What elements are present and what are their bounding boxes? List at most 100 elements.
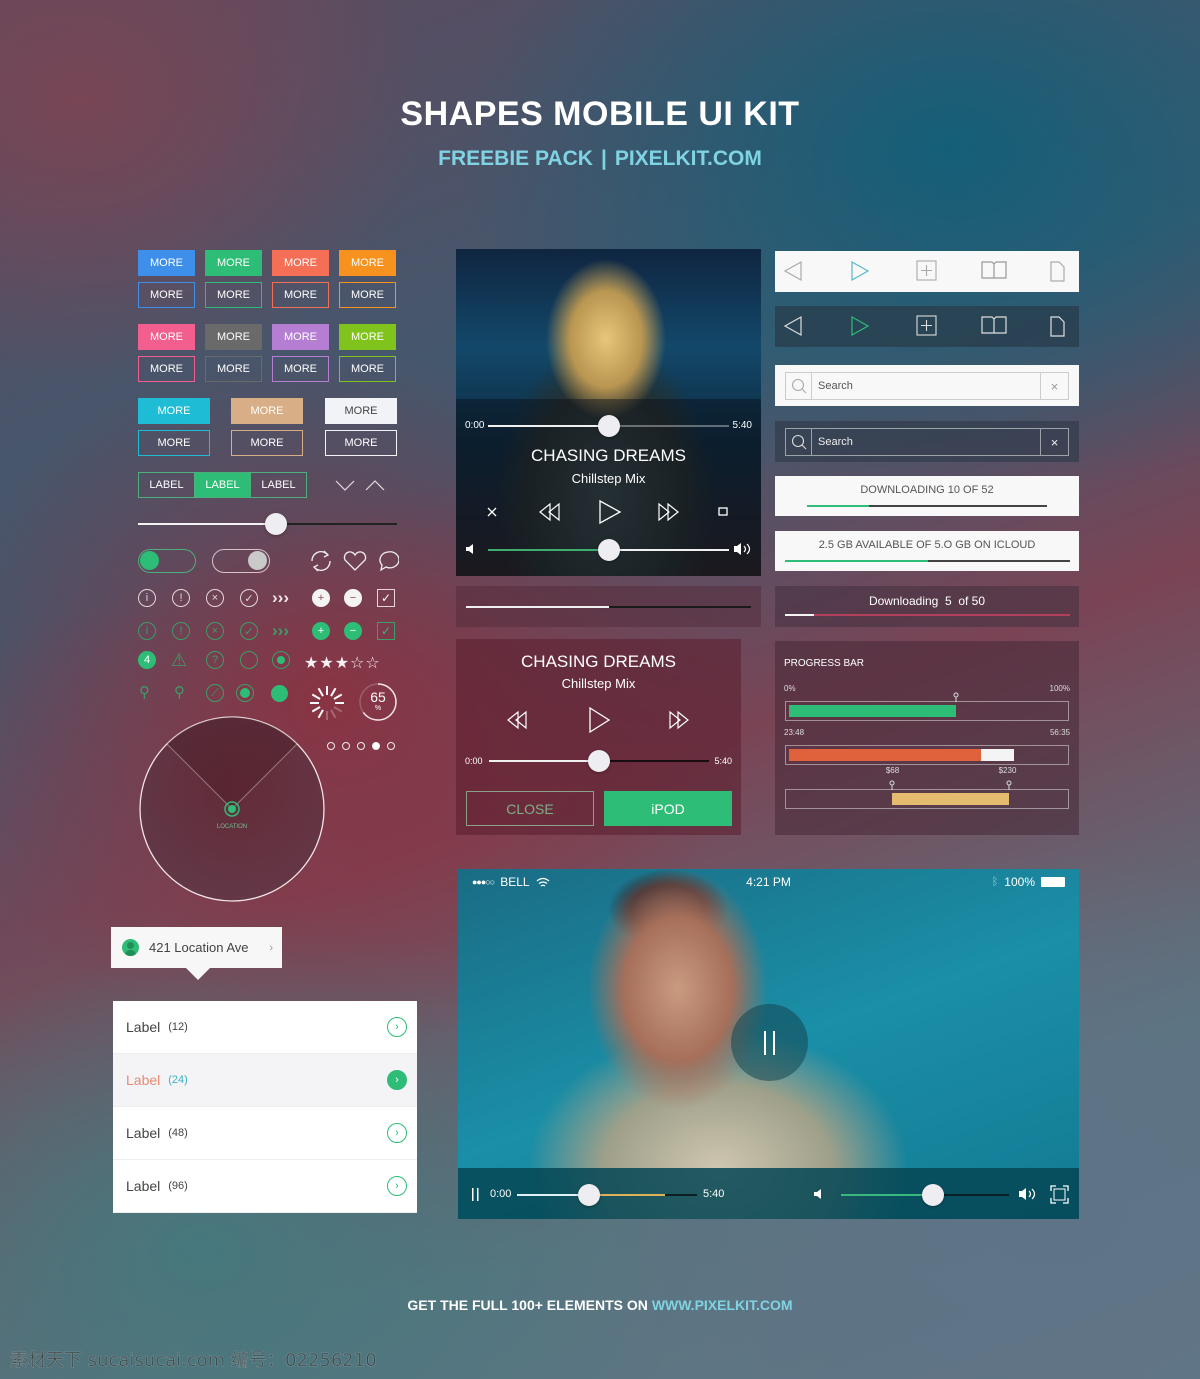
forward-icon	[851, 315, 870, 337]
star-rating[interactable]: ★★★☆☆	[304, 653, 381, 673]
slider-knob[interactable]	[588, 750, 610, 772]
icloud-panel: 2.5 GB AVAILABLE OF 5.O GB ON ICLOUD	[775, 531, 1079, 571]
close-circle-icon[interactable]: ×	[206, 622, 224, 640]
more-button-filled[interactable]: MORE	[339, 324, 396, 350]
more-button-filled[interactable]: MORE	[138, 324, 195, 350]
segment-3[interactable]: LABEL	[251, 473, 306, 497]
checkbox-checked[interactable]: ✓	[377, 622, 395, 640]
chat-bubble-icon	[379, 551, 399, 572]
search-input-light[interactable]: Search ×	[785, 372, 1069, 400]
alert-icon[interactable]: !	[172, 622, 190, 640]
slider-knob[interactable]	[578, 1184, 600, 1206]
more-button-outline[interactable]: MORE	[272, 356, 329, 382]
ipod-button[interactable]: iPOD	[604, 791, 732, 826]
player-volume-slider[interactable]	[488, 539, 729, 561]
slider-knob[interactable]	[597, 415, 620, 437]
badge-count[interactable]: 4	[138, 651, 156, 669]
location-tooltip[interactable]: 421 Location Ave ›	[111, 927, 282, 968]
video-seek-slider[interactable]	[517, 1184, 697, 1206]
location-marker-icon: ⚲	[174, 684, 185, 701]
page-dot[interactable]	[327, 742, 335, 750]
more-button-outline[interactable]: MORE	[231, 430, 303, 456]
segment-2-active[interactable]: LABEL	[195, 473, 251, 497]
page-subtitle: FREEBIE PACK | PIXELKIT.COM	[0, 147, 1200, 171]
more-button-outline[interactable]: MORE	[138, 430, 210, 456]
close-button[interactable]: CLOSE	[466, 791, 594, 826]
more-button-outline[interactable]: MORE	[138, 356, 195, 382]
close-circle-icon[interactable]: ×	[206, 589, 224, 607]
page-dot[interactable]	[342, 742, 350, 750]
plus-circle-icon[interactable]: +	[312, 589, 330, 607]
clear-icon[interactable]: ×	[1040, 373, 1068, 399]
range-high-marker-icon[interactable]	[1006, 780, 1012, 790]
info-icon[interactable]: i	[138, 622, 156, 640]
chevron-circle-icon[interactable]: ›	[387, 1017, 407, 1037]
more-button-outline[interactable]: MORE	[205, 282, 262, 308]
page-dot-active[interactable]	[372, 742, 380, 750]
list-item[interactable]: Label (48) ›	[113, 1107, 417, 1160]
toggle-on[interactable]	[138, 549, 196, 573]
star-empty-icon[interactable]: ☆	[365, 655, 380, 672]
more-button-filled[interactable]: MORE	[272, 324, 329, 350]
slider-knob[interactable]	[922, 1184, 945, 1206]
toggle-off[interactable]	[212, 549, 270, 573]
info-icon[interactable]: i	[138, 589, 156, 607]
more-button-outline[interactable]: MORE	[138, 282, 195, 308]
segment-1[interactable]: LABEL	[139, 473, 195, 497]
more-button-filled[interactable]: MORE	[205, 324, 262, 350]
pause-button[interactable]	[731, 1004, 808, 1081]
minus-circle-icon[interactable]: −	[344, 589, 362, 607]
more-button-outline[interactable]: MORE	[339, 282, 396, 308]
more-button-outline[interactable]: MORE	[325, 430, 397, 456]
more-button-filled[interactable]: MORE	[138, 250, 195, 276]
more-button-outline[interactable]: MORE	[339, 356, 396, 382]
pause-small-icon[interactable]	[472, 1188, 480, 1201]
more-button-filled[interactable]: MORE	[272, 250, 329, 276]
fullscreen-icon[interactable]	[1050, 1185, 1069, 1204]
chevron-circle-icon[interactable]: ›	[387, 1070, 407, 1090]
radio-selected[interactable]	[272, 651, 290, 669]
video-volume-slider[interactable]	[841, 1184, 1009, 1206]
slider-knob[interactable]	[597, 539, 620, 561]
more-button-filled[interactable]: MORE	[339, 250, 396, 276]
more-button-outline[interactable]: MORE	[272, 282, 329, 308]
chevron-down-up-icons[interactable]	[335, 478, 387, 494]
search-input-dark[interactable]: Search ×	[785, 428, 1069, 456]
star-filled-icon[interactable]: ★	[319, 655, 334, 672]
minus-circle-icon[interactable]: −	[344, 622, 362, 640]
list-item-count: (48)	[168, 1127, 188, 1139]
page-dot[interactable]	[387, 742, 395, 750]
star-filled-icon[interactable]: ★	[304, 655, 319, 672]
search-placeholder: Search	[818, 380, 853, 392]
footer-link[interactable]: WWW.PIXELKIT.COM	[652, 1297, 793, 1313]
star-empty-icon[interactable]: ☆	[350, 655, 365, 672]
chevron-circle-icon[interactable]: ›	[387, 1123, 407, 1143]
compact-seek-slider[interactable]	[489, 750, 709, 772]
compass-icon[interactable]: ⟋	[206, 684, 224, 702]
check-circle-icon[interactable]: ✓	[240, 622, 258, 640]
more-button-filled[interactable]: MORE	[325, 398, 397, 424]
range-low-marker-icon[interactable]	[889, 780, 895, 790]
more-button-filled[interactable]: MORE	[231, 398, 303, 424]
check-circle-icon[interactable]: ✓	[240, 589, 258, 607]
slider-knob[interactable]	[265, 513, 287, 535]
plus-circle-icon[interactable]: +	[312, 622, 330, 640]
progress-panel-title: PROGRESS BAR	[784, 658, 865, 669]
radio-empty[interactable]	[240, 651, 258, 669]
checkbox-checked[interactable]: ✓	[377, 589, 395, 607]
clear-icon[interactable]: ×	[1040, 429, 1068, 455]
range-bar[interactable]: $68 $230	[785, 766, 1069, 809]
more-button-outline[interactable]: MORE	[205, 356, 262, 382]
player-seek-slider[interactable]	[488, 415, 729, 437]
list-item[interactable]: Label (96) ›	[113, 1160, 417, 1213]
more-button-filled[interactable]: MORE	[205, 250, 262, 276]
list-item[interactable]: Label (12) ›	[113, 1001, 417, 1054]
help-icon[interactable]: ?	[206, 651, 224, 669]
chevron-circle-icon[interactable]: ›	[387, 1176, 407, 1196]
star-filled-icon[interactable]: ★	[335, 655, 350, 672]
alert-icon[interactable]: !	[172, 589, 190, 607]
more-button-filled[interactable]: MORE	[138, 398, 210, 424]
subtitle-link[interactable]: PIXELKIT.COM	[615, 147, 762, 170]
list-item[interactable]: Label (24) ›	[113, 1054, 417, 1107]
page-dot[interactable]	[357, 742, 365, 750]
